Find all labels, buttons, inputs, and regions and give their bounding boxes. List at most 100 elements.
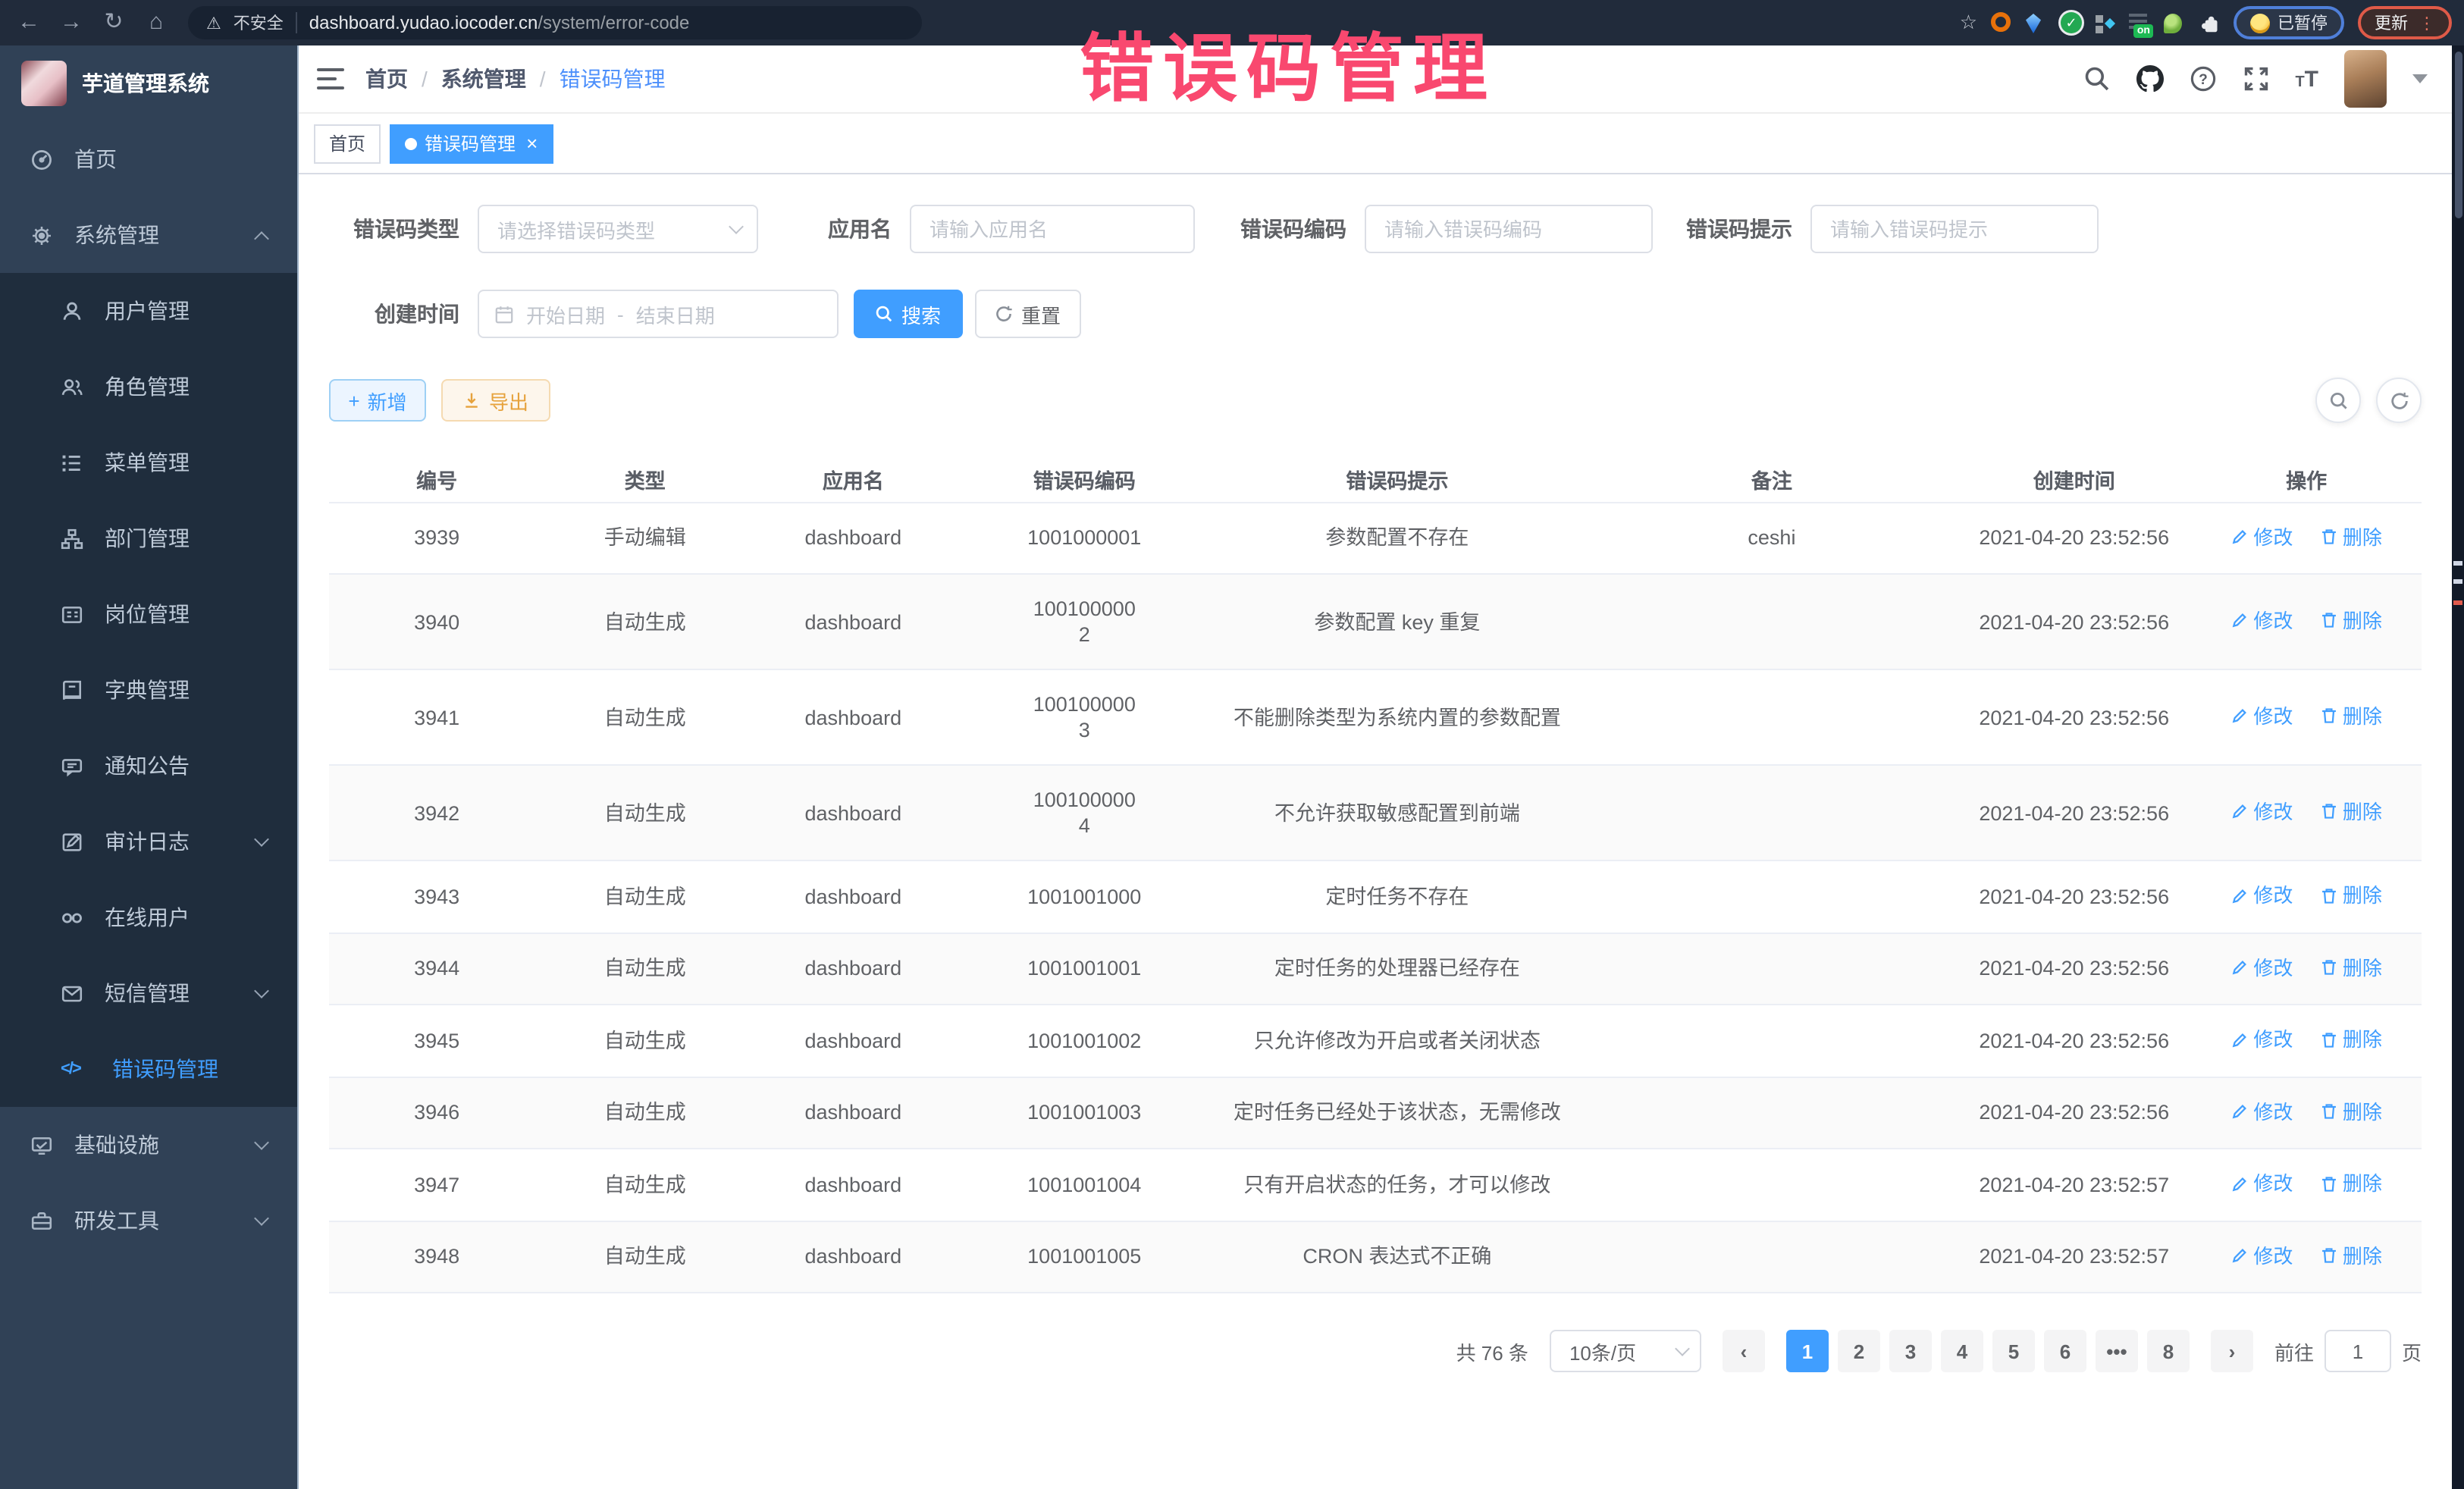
- help-icon[interactable]: ?: [2189, 65, 2216, 92]
- sidebar-item-audit-log[interactable]: 审计日志: [0, 804, 297, 879]
- delete-link[interactable]: 删除: [2320, 955, 2382, 980]
- github-icon[interactable]: [2136, 65, 2163, 92]
- prev-page-button[interactable]: ‹: [1723, 1330, 1765, 1372]
- sidebar-item-home[interactable]: 首页: [0, 121, 297, 197]
- avatar[interactable]: [2344, 50, 2387, 108]
- scrollbar-thumb[interactable]: [2454, 52, 2462, 218]
- next-page-button[interactable]: ›: [2211, 1330, 2253, 1372]
- error-code-input[interactable]: [1366, 206, 1651, 252]
- sidebar-item-online-users[interactable]: 在线用户: [0, 879, 297, 955]
- sidebar-item-dictionary[interactable]: 字典管理: [0, 652, 297, 728]
- chrome-update-button[interactable]: 更新 ⋮: [2358, 6, 2452, 39]
- delete-link[interactable]: 删除: [2320, 1243, 2382, 1268]
- extension-gem-icon[interactable]: [2026, 12, 2047, 33]
- extension-check-icon[interactable]: ✓: [2061, 12, 2082, 33]
- font-size-icon[interactable]: TT: [2295, 66, 2318, 92]
- error-code-field-wrap: [1365, 205, 1653, 253]
- sidebar-item-notices[interactable]: 通知公告: [0, 728, 297, 804]
- delete-link[interactable]: 删除: [2320, 524, 2382, 550]
- back-icon[interactable]: ←: [12, 0, 45, 45]
- cell-app: dashboard: [745, 669, 961, 765]
- fullscreen-icon[interactable]: [2242, 65, 2269, 92]
- table-header: 编号 类型 应用名 错误码编码 错误码提示 备注 创建时间 操作: [329, 456, 2422, 502]
- edit-link[interactable]: 修改: [2230, 1027, 2293, 1052]
- edit-link[interactable]: 修改: [2230, 704, 2293, 729]
- delete-link[interactable]: 删除: [2320, 1171, 2382, 1196]
- page-button[interactable]: 2: [1838, 1330, 1880, 1372]
- extension-grid-icon[interactable]: [2096, 13, 2115, 33]
- app-logo-row[interactable]: 芋道管理系统: [0, 45, 297, 121]
- delete-link[interactable]: 删除: [2320, 1027, 2382, 1052]
- edit-link[interactable]: 修改: [2230, 608, 2293, 634]
- trash-icon: [2320, 958, 2338, 976]
- cell-time: 2021-04-20 23:52:56: [1957, 1005, 2191, 1077]
- hamburger-icon[interactable]: [317, 68, 344, 89]
- error-hint-input[interactable]: [1812, 206, 2097, 252]
- delete-link[interactable]: 删除: [2320, 704, 2382, 729]
- cell-time: 2021-04-20 23:52:57: [1957, 1149, 2191, 1221]
- page-button[interactable]: 5: [1992, 1330, 2035, 1372]
- edit-link[interactable]: 修改: [2230, 1171, 2293, 1196]
- date-range-picker[interactable]: 开始日期 - 结束日期: [478, 290, 839, 338]
- reset-button[interactable]: 重置: [975, 290, 1081, 338]
- address-bar[interactable]: ⚠ 不安全 dashboard.yudao.iocoder.cn/system/…: [188, 6, 922, 39]
- edit-link[interactable]: 修改: [2230, 1243, 2293, 1268]
- error-type-select[interactable]: 请选择错误码类型: [478, 205, 758, 253]
- edit-link[interactable]: 修改: [2230, 1099, 2293, 1124]
- sidebar-item-menus[interactable]: 菜单管理: [0, 425, 297, 500]
- search-button[interactable]: 搜索: [854, 290, 963, 338]
- sidebar-item-posts[interactable]: 岗位管理: [0, 576, 297, 652]
- window-scrollbar[interactable]: [2452, 45, 2464, 1489]
- page-button[interactable]: 3: [1889, 1330, 1932, 1372]
- edit-link[interactable]: 修改: [2230, 799, 2293, 825]
- forward-icon[interactable]: →: [55, 0, 88, 45]
- extension-on-badge-icon[interactable]: on: [2129, 13, 2150, 33]
- add-button[interactable]: + 新增: [329, 379, 426, 422]
- reload-icon[interactable]: ↻: [97, 0, 130, 45]
- edit-pencil-icon: [2230, 612, 2249, 630]
- search-icon[interactable]: [2083, 65, 2110, 92]
- page-button[interactable]: 4: [1941, 1330, 1983, 1372]
- page-button[interactable]: 8: [2147, 1330, 2190, 1372]
- sidebar-item-roles[interactable]: 角色管理: [0, 349, 297, 425]
- sidebar-item-dev-tools[interactable]: 研发工具: [0, 1183, 297, 1259]
- extension-donut-icon[interactable]: [1991, 12, 2012, 33]
- extensions-puzzle-icon[interactable]: [2199, 12, 2220, 33]
- browser-menu-icon[interactable]: ⋮: [2419, 13, 2435, 33]
- goto-page-input[interactable]: [2324, 1330, 2391, 1372]
- avatar-caret-icon[interactable]: [2412, 74, 2428, 83]
- sidebar-item-departments[interactable]: 部门管理: [0, 500, 297, 576]
- sidebar-item-users[interactable]: 用户管理: [0, 273, 297, 349]
- sidebar-item-error-codes[interactable]: </> 错误码管理: [0, 1031, 297, 1107]
- page-size-select[interactable]: 10条/页: [1550, 1330, 1701, 1372]
- toggle-search-button[interactable]: [2315, 378, 2361, 423]
- page-button[interactable]: 1: [1786, 1330, 1829, 1372]
- bookmark-star-icon[interactable]: ☆: [1960, 11, 1977, 35]
- page-button[interactable]: 6: [2044, 1330, 2086, 1372]
- edit-link[interactable]: 修改: [2230, 882, 2293, 908]
- edit-link[interactable]: 修改: [2230, 524, 2293, 550]
- sidebar-item-system[interactable]: 系统管理: [0, 197, 297, 273]
- home-icon[interactable]: ⌂: [140, 0, 173, 45]
- cell-time: 2021-04-20 23:52:56: [1957, 860, 2191, 933]
- extension-leaf-icon[interactable]: [2164, 12, 2185, 33]
- tab-home[interactable]: 首页: [314, 124, 381, 163]
- cell-remark: [1587, 574, 1958, 669]
- sidebar-item-sms[interactable]: 短信管理: [0, 955, 297, 1031]
- edit-link[interactable]: 修改: [2230, 955, 2293, 980]
- tab-error-codes[interactable]: 错误码管理 ×: [390, 124, 553, 163]
- delete-link[interactable]: 删除: [2320, 799, 2382, 825]
- delete-link[interactable]: 删除: [2320, 882, 2382, 908]
- profile-paused-badge[interactable]: 已暂停: [2234, 6, 2344, 39]
- page-button[interactable]: •••: [2096, 1330, 2138, 1372]
- breadcrumb-system[interactable]: 系统管理: [441, 64, 526, 94]
- sidebar-item-infrastructure[interactable]: 基础设施: [0, 1107, 297, 1183]
- breadcrumb-error-codes[interactable]: 错误码管理: [560, 64, 666, 94]
- breadcrumb-home[interactable]: 首页: [365, 64, 408, 94]
- delete-link[interactable]: 删除: [2320, 1099, 2382, 1124]
- delete-link[interactable]: 删除: [2320, 608, 2382, 634]
- export-button[interactable]: 导出: [441, 379, 550, 422]
- app-name-input[interactable]: [911, 206, 1193, 252]
- close-tab-icon[interactable]: ×: [526, 133, 538, 153]
- refresh-table-button[interactable]: [2376, 378, 2422, 423]
